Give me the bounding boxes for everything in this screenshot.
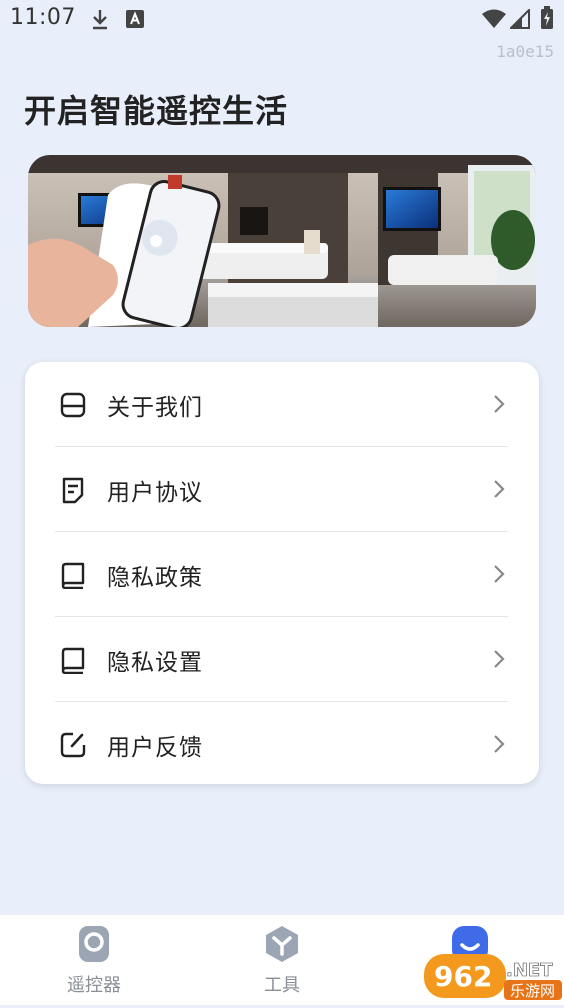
status-bar: 11:07 [0,0,564,38]
tab-label: 工具 [264,975,300,996]
menu-item-label: 用户反馈 [107,735,203,761]
menu-item-label: 隐私政策 [107,565,203,591]
notification-a-icon [126,10,144,28]
watermark-suffix: .NET [506,960,553,981]
tab-tools[interactable]: 工具 [188,915,376,1005]
tab-remote[interactable]: 遥控器 [0,915,188,1005]
chevron-right-icon [494,735,505,753]
menu-card: 关于我们 用户协议 隐私政策 隐私设置 用户反馈 [25,362,539,784]
inbox-icon [60,392,86,418]
status-time: 11:07 [10,5,76,30]
book-icon [61,647,85,674]
menu-item-user-agreement[interactable]: 用户协议 [55,447,508,532]
edit-icon [60,732,86,758]
battery-icon [541,6,553,29]
watermark-brand: 962 [434,960,492,993]
build-tag: 1a0e15 [496,42,554,61]
download-icon [93,10,107,30]
menu-item-about-us[interactable]: 关于我们 [55,362,508,447]
menu-item-label: 关于我们 [107,395,203,421]
menu-item-label: 隐私设置 [107,650,203,676]
chevron-right-icon [494,395,505,413]
menu-item-privacy-settings[interactable]: 隐私设置 [55,617,508,702]
wifi-icon [482,9,506,28]
book-icon [61,562,85,589]
tools-icon [266,926,298,962]
remote-icon [79,926,109,962]
chevron-right-icon [494,565,505,583]
page-title: 开启智能遥控生活 [24,92,289,130]
tab-label: 遥控器 [67,975,121,996]
document-icon [62,477,84,504]
banner-image [28,155,536,327]
watermark-logo: 962 .NET 乐游网 [424,950,564,1004]
chevron-right-icon [494,650,505,668]
menu-item-label: 用户协议 [107,480,203,506]
menu-item-user-feedback[interactable]: 用户反馈 [55,702,508,787]
signal-icon [510,9,530,29]
watermark-site: 乐游网 [510,982,555,1000]
menu-item-privacy-policy[interactable]: 隐私政策 [55,532,508,617]
chevron-right-icon [494,480,505,498]
